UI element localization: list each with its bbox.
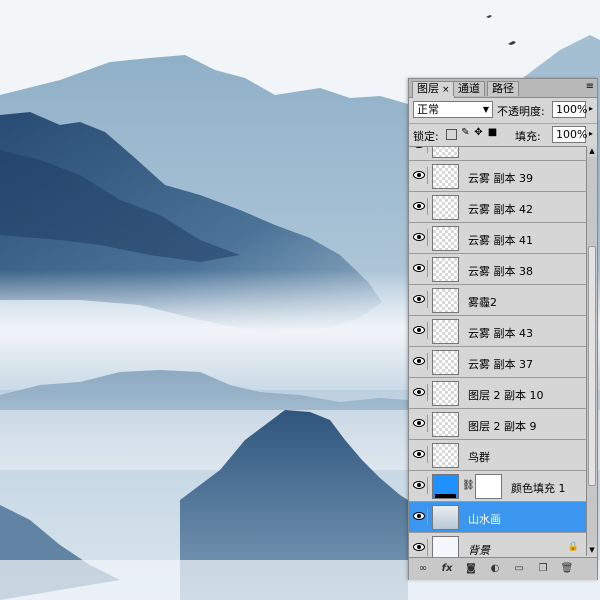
layer-row[interactable]: 云雾 副本 43 — [409, 316, 586, 347]
eye-icon[interactable] — [411, 508, 428, 525]
lock-all-icon[interactable]: ■ — [487, 127, 498, 138]
layer-mask-thumbnail[interactable] — [475, 474, 502, 499]
layer-row[interactable]: 鸟群 — [409, 440, 586, 471]
layer-name: 图层 2 副本 10 — [468, 389, 544, 402]
layer-thumbnail — [432, 505, 459, 530]
layer-row[interactable]: 雾霾2 — [409, 285, 586, 316]
layer-name: 图层 2 副本 9 — [468, 420, 537, 433]
layer-name: 云雾 副本 41 — [468, 234, 533, 247]
link-layers-icon[interactable]: ∞ — [415, 561, 431, 576]
lock-label: 锁定: — [413, 130, 439, 143]
fill-arrow-icon[interactable]: ▸ — [589, 129, 593, 138]
layer-row-fill[interactable]: ⛓ 颜色填充 1 — [409, 471, 586, 502]
layers-panel: 图层 × 通道 路径 ≡ 正常 ▼ 不透明度: 100% ▸ 锁定: ✎ ✥ ■ … — [408, 78, 598, 580]
layer-name: 颜色填充 1 — [511, 482, 566, 495]
close-icon[interactable]: × — [442, 85, 450, 95]
layer-row[interactable]: 云雾 副本 38 — [409, 254, 586, 285]
tab-channels-label: 通道 — [458, 82, 480, 95]
eye-icon[interactable] — [411, 353, 428, 370]
blend-mode-value: 正常 — [417, 103, 439, 116]
scroll-down-icon[interactable]: ▼ — [587, 545, 597, 556]
fill-layer-thumbnail — [432, 474, 459, 499]
layer-thumbnail — [432, 319, 459, 344]
layer-name: 背景 — [468, 544, 490, 557]
layer-name: 云雾 副本 37 — [468, 358, 533, 371]
eye-icon[interactable] — [411, 198, 428, 215]
layer-name: 山水画 — [468, 513, 501, 526]
blend-row: 正常 ▼ 不透明度: 100% ▸ — [409, 99, 597, 121]
layer-thumbnail — [432, 443, 459, 468]
tab-channels[interactable]: 通道 — [453, 81, 485, 96]
panel-bottom-toolbar: ∞ fx ◙ ◐ ▭ ❐ 🗑 — [409, 557, 597, 580]
tab-layers[interactable]: 图层 × — [412, 81, 455, 98]
eye-icon[interactable] — [411, 539, 428, 556]
adjustment-layer-icon[interactable]: ◐ — [487, 561, 503, 576]
link-chain-icon[interactable]: ⛓ — [462, 480, 475, 491]
fill-label: 填充: — [515, 130, 541, 143]
opacity-input[interactable]: 100% — [552, 101, 587, 118]
layer-name: 鸟群 — [468, 451, 490, 464]
layer-row[interactable]: 云雾 副本 37 — [409, 347, 586, 378]
layer-thumbnail — [432, 257, 459, 282]
fill-slider-icon — [435, 494, 456, 498]
eye-icon[interactable] — [411, 229, 428, 246]
eye-icon[interactable] — [411, 291, 428, 308]
new-layer-icon[interactable]: ❐ — [535, 561, 551, 576]
layer-thumbnail — [432, 412, 459, 437]
tab-paths-label: 路径 — [492, 82, 514, 95]
tab-layers-label: 图层 — [417, 82, 439, 95]
layer-style-fx-icon[interactable]: fx — [439, 561, 455, 576]
layer-name: 雾霾2 — [468, 296, 497, 309]
scroll-thumb[interactable] — [588, 246, 596, 486]
lock-icon: 🔒 — [567, 542, 579, 552]
lock-move-icon[interactable]: ✥ — [473, 127, 484, 138]
eye-icon[interactable] — [411, 260, 428, 277]
blend-mode-select[interactable]: 正常 ▼ — [413, 101, 493, 118]
scroll-up-icon[interactable]: ▲ — [587, 146, 597, 157]
layer-name: 云雾 副本 39 — [468, 172, 533, 185]
layer-thumbnail — [432, 536, 459, 557]
layer-thumbnail — [432, 288, 459, 313]
lock-row: 锁定: ✎ ✥ ■ 填充: 100% ▸ — [409, 123, 597, 146]
layer-thumbnail — [432, 226, 459, 251]
layer-row[interactable]: 云雾 副本 41 — [409, 223, 586, 254]
layer-name: 云雾 副本 43 — [468, 327, 533, 340]
layer-row[interactable]: 图层 2 副本 9 — [409, 409, 586, 440]
eye-icon[interactable] — [411, 446, 428, 463]
layer-row-selected[interactable]: 山水画 — [409, 502, 586, 533]
layer-thumbnail — [432, 195, 459, 220]
lock-transparency-icon[interactable] — [446, 129, 457, 140]
new-group-icon[interactable]: ▭ — [511, 561, 527, 576]
layer-name: 云雾 副本 42 — [468, 203, 533, 216]
tab-paths[interactable]: 路径 — [487, 81, 519, 96]
add-mask-icon[interactable]: ◙ — [463, 561, 479, 576]
layer-thumbnail — [432, 147, 459, 158]
opacity-arrow-icon[interactable]: ▸ — [589, 104, 593, 113]
dropdown-arrow-icon: ▼ — [482, 105, 489, 114]
layer-row[interactable]: 云雾 副本 39 — [409, 161, 586, 192]
layer-thumbnail — [432, 164, 459, 189]
layer-name: 云雾 副本 38 — [468, 265, 533, 278]
panel-tab-bar: 图层 × 通道 路径 ≡ — [409, 79, 597, 98]
layer-thumbnail — [432, 350, 459, 375]
layer-thumbnail — [432, 381, 459, 406]
layer-row-partial[interactable] — [409, 147, 586, 161]
layer-row[interactable]: 云雾 副本 42 — [409, 192, 586, 223]
eye-icon[interactable] — [411, 147, 428, 153]
fill-input[interactable]: 100% — [552, 126, 587, 143]
opacity-label: 不透明度: — [497, 105, 545, 118]
eye-icon[interactable] — [411, 322, 428, 339]
layers-scrollbar[interactable]: ▲ ▼ — [586, 146, 597, 556]
layer-row[interactable]: 图层 2 副本 10 — [409, 378, 586, 409]
layers-list: 云雾 副本 39 云雾 副本 42 云雾 副本 41 云雾 副本 38 雾霾2 … — [409, 146, 586, 557]
trash-icon[interactable]: 🗑 — [559, 561, 575, 576]
eye-icon[interactable] — [411, 477, 428, 494]
eye-icon[interactable] — [411, 415, 428, 432]
eye-icon[interactable] — [411, 384, 428, 401]
panel-menu-icon[interactable]: ≡ — [586, 81, 594, 92]
eye-icon[interactable] — [411, 167, 428, 184]
lock-paint-brush-icon[interactable]: ✎ — [460, 127, 471, 138]
layer-row-background[interactable]: 背景 🔒 — [409, 533, 586, 557]
